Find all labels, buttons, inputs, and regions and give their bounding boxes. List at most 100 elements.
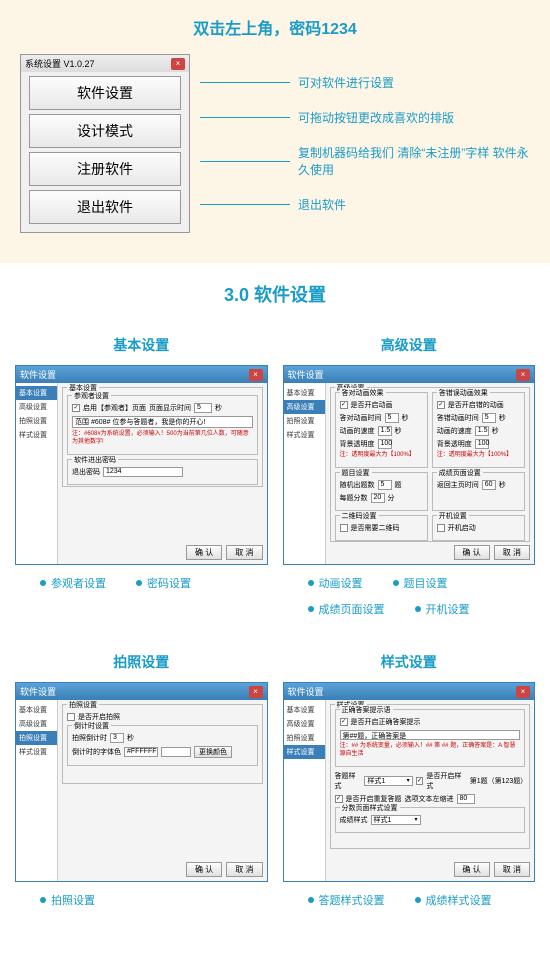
anim-chk[interactable] xyxy=(437,401,445,409)
visitor-label: 启用【参观者】页面 xyxy=(83,403,146,413)
dialog-title: 软件设置 xyxy=(20,368,56,381)
lbl: 倒计时的字体色 xyxy=(72,747,121,757)
lbl: 动画的速度 xyxy=(340,426,375,436)
lbl: 答题样式 xyxy=(335,771,362,791)
dialog-sidebar: 基本设置 高级设置 拍照设置 样式设置 xyxy=(284,700,326,881)
close-icon[interactable]: × xyxy=(249,369,263,381)
dialog-titlebar: 软件设置 × xyxy=(284,366,535,383)
annotations: 可对软件进行设置 可拖动按钮更改成喜欢的排版 复制机器码给我们 清除“未注册”字… xyxy=(200,54,530,231)
note: 注：透明度最大为【100%】 xyxy=(437,452,520,460)
close-icon[interactable]: × xyxy=(249,686,263,698)
sidebar-advanced[interactable]: 高级设置 xyxy=(16,400,57,414)
sidebar-basic[interactable]: 基本设置 xyxy=(16,386,57,400)
lbl: 背景透明度 xyxy=(340,439,375,449)
answer-style-select[interactable]: 样式1 xyxy=(364,776,412,786)
dialog-sidebar: 基本设置 高级设置 拍照设置 样式设置 xyxy=(16,383,58,564)
ok-button[interactable]: 确 认 xyxy=(454,545,490,560)
unit: 秒 xyxy=(492,426,499,436)
menu-exit[interactable]: 退出软件 xyxy=(29,190,181,224)
hint-input[interactable]: 第##题，正确答案是 xyxy=(340,730,521,740)
pwd-group-title: 软件进出密码 xyxy=(72,455,118,465)
close-icon[interactable]: × xyxy=(171,58,185,70)
panel-label-style: 样式设置 xyxy=(283,642,536,682)
input[interactable]: 3 xyxy=(110,733,124,743)
sidebar-style[interactable]: 样式设置 xyxy=(284,745,325,759)
input[interactable]: 60 xyxy=(482,480,496,490)
hint-group: 正确答案提示语 xyxy=(340,705,393,715)
chk[interactable] xyxy=(416,777,424,785)
group-title: 拍照设置 xyxy=(67,700,99,710)
sidebar-basic[interactable]: 基本设置 xyxy=(284,703,325,717)
sidebar-advanced[interactable]: 高级设置 xyxy=(284,400,325,414)
dialog-title: 软件设置 xyxy=(288,685,324,698)
dialog-title: 软件设置 xyxy=(288,368,324,381)
qr-chk[interactable] xyxy=(340,524,348,532)
color-input[interactable]: #FFFFFF xyxy=(124,747,158,757)
sidebar-photo[interactable]: 拍照设置 xyxy=(284,731,325,745)
close-icon[interactable]: × xyxy=(516,686,530,698)
cancel-button[interactable]: 取 消 xyxy=(226,862,262,877)
change-color-button[interactable]: 更换颜色 xyxy=(194,746,232,758)
input[interactable]: 100 xyxy=(378,439,392,449)
color-swatch xyxy=(161,747,191,757)
bullet: 开机设置 xyxy=(415,601,470,617)
sidebar-photo[interactable]: 拍照设置 xyxy=(16,414,57,428)
cancel-button[interactable]: 取 消 xyxy=(494,862,530,877)
bullet: 题目设置 xyxy=(393,575,448,591)
unit: 秒 xyxy=(499,413,506,423)
unit: 秒 xyxy=(402,413,409,423)
sidebar-photo[interactable]: 拍照设置 xyxy=(284,414,325,428)
menu-design-mode[interactable]: 设计模式 xyxy=(29,114,181,148)
lbl: 答对动画时间 xyxy=(340,413,382,423)
ok-button[interactable]: 确 认 xyxy=(454,862,490,877)
cancel-button[interactable]: 取 消 xyxy=(494,545,530,560)
bullet: 成绩页面设置 xyxy=(308,601,385,617)
visitor-checkbox[interactable] xyxy=(72,404,80,412)
sidebar-style[interactable]: 样式设置 xyxy=(16,428,57,442)
close-icon[interactable]: × xyxy=(516,369,530,381)
unit: 题 xyxy=(395,480,402,490)
ok-button[interactable]: 确 认 xyxy=(186,862,222,877)
unit: 分 xyxy=(388,493,395,503)
sidebar-basic[interactable]: 基本设置 xyxy=(284,386,325,400)
top-section: 系统设置 V1.0.27 × 软件设置 设计模式 注册软件 退出软件 可对软件进… xyxy=(0,54,550,263)
pwd-input[interactable]: 1234 xyxy=(103,467,183,477)
input[interactable]: 5 xyxy=(385,413,399,423)
input[interactable]: 5 xyxy=(378,480,392,490)
sidebar-advanced[interactable]: 高级设置 xyxy=(284,717,325,731)
unit: 秒 xyxy=(395,426,402,436)
score-style-select[interactable]: 样式1 xyxy=(371,815,421,825)
sidebar-style[interactable]: 样式设置 xyxy=(16,745,57,759)
anim-chk[interactable] xyxy=(340,401,348,409)
menu-titlebar: 系统设置 V1.0.27 × xyxy=(21,55,189,72)
annotation-text: 退出软件 xyxy=(298,196,530,213)
page-group: 成绩页面设置 xyxy=(437,468,483,478)
boot-chk[interactable] xyxy=(437,524,445,532)
lbl: 动画的速度 xyxy=(437,426,472,436)
menu-software-settings[interactable]: 软件设置 xyxy=(29,76,181,110)
input[interactable]: 1.5 xyxy=(378,426,392,436)
ok-button[interactable]: 确 认 xyxy=(186,545,222,560)
sidebar-advanced[interactable]: 高级设置 xyxy=(16,717,57,731)
repeat-chk[interactable] xyxy=(335,795,343,803)
input[interactable]: 5 xyxy=(482,413,496,423)
menu-register[interactable]: 注册软件 xyxy=(29,152,181,186)
lbl: 背景透明度 xyxy=(437,439,472,449)
cancel-button[interactable]: 取 消 xyxy=(226,545,262,560)
hint-chk[interactable] xyxy=(340,718,348,726)
sidebar-basic[interactable]: 基本设置 xyxy=(16,703,57,717)
input[interactable]: 20 xyxy=(371,493,385,503)
sidebar-photo[interactable]: 拍照设置 xyxy=(16,731,57,745)
indent-input[interactable]: 80 xyxy=(457,794,475,804)
right-group: 答错误动画效果 xyxy=(437,388,490,398)
photo-chk[interactable] xyxy=(67,713,75,721)
lbl: 随机出题数 xyxy=(340,480,375,490)
input[interactable]: 1.5 xyxy=(475,426,489,436)
visitor-time-input[interactable]: 5 xyxy=(194,403,212,413)
score-group: 分数页面样式设置 xyxy=(340,803,400,813)
sidebar-style[interactable]: 样式设置 xyxy=(284,428,325,442)
bullet: 动画设置 xyxy=(308,575,363,591)
input[interactable]: 100 xyxy=(475,439,489,449)
photo-dialog: 软件设置 × 基本设置 高级设置 拍照设置 样式设置 拍照设置 是否开启拍照 xyxy=(15,682,268,882)
visitor-text-input[interactable]: 范围 #608# 位参与答题者，我是你的开心! xyxy=(72,416,253,428)
